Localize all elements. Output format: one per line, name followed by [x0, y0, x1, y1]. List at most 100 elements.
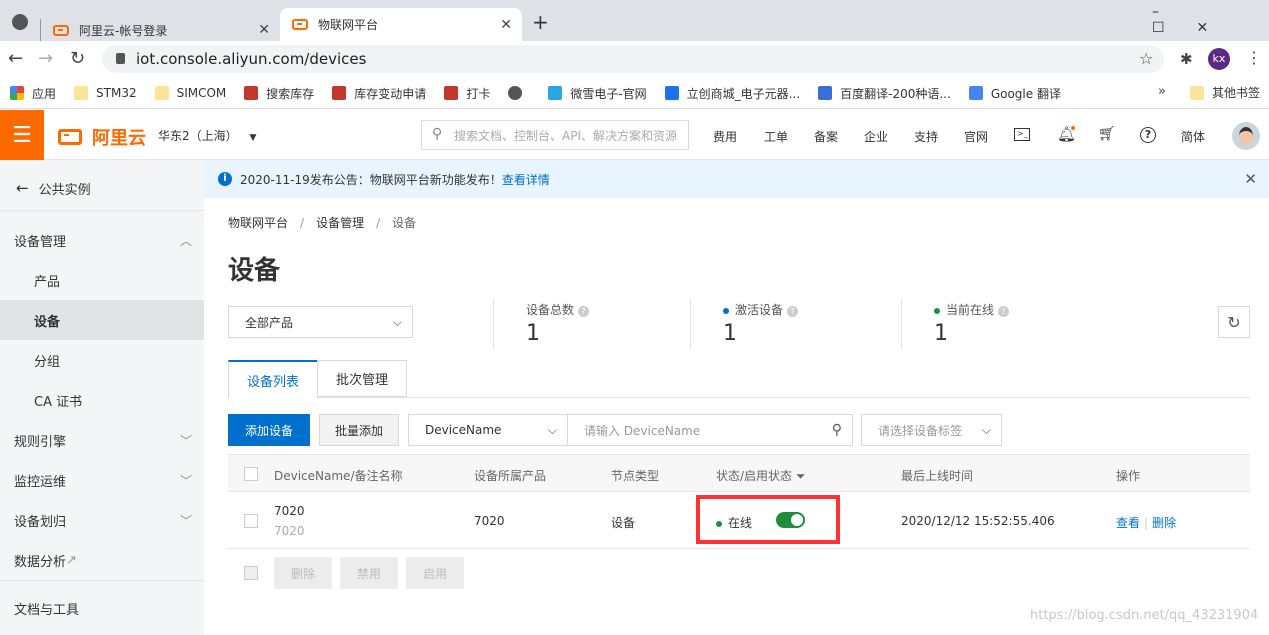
user-avatar[interactable]	[1232, 122, 1260, 150]
close-icon[interactable]: ✕	[500, 17, 512, 33]
profile-avatar[interactable]: kx	[1208, 48, 1230, 70]
search-field-select[interactable]: DeviceName ⌵	[408, 414, 568, 446]
select-all-checkbox[interactable]	[244, 467, 258, 481]
device-name[interactable]: 7020	[274, 504, 305, 518]
bookmark-item[interactable]: 打卡	[444, 85, 490, 102]
help-icon[interactable]: ?	[1140, 127, 1156, 143]
search-icon[interactable]: ⚲	[832, 422, 842, 438]
close-icon[interactable]: ✕	[1244, 170, 1257, 188]
tab-batch-management[interactable]: 批次管理	[317, 360, 407, 397]
sidebar-item-label: 设备划归	[14, 514, 67, 530]
breadcrumb-item[interactable]: 设备管理	[316, 216, 364, 230]
sidebar-item[interactable]: 产品	[0, 260, 204, 300]
sidebar-item[interactable]: 文档与工具	[0, 588, 204, 628]
region-selector[interactable]: 华东2（上海） ▼	[158, 127, 256, 144]
star-icon[interactable]: ☆	[1139, 49, 1153, 68]
language-switch[interactable]: 简体	[1181, 128, 1205, 145]
apps-icon	[10, 86, 24, 100]
chevron-down-icon: ﹀	[179, 473, 192, 488]
sidebar-item[interactable]: 数据分析 ↗	[0, 540, 204, 580]
reload-icon[interactable]: ↻	[70, 48, 85, 69]
filter-icon[interactable]: ⏷	[796, 469, 806, 483]
last-online-time: 2020/12/12 15:52:55.406	[901, 514, 1055, 528]
header-nav-item[interactable]: 工单	[764, 128, 788, 145]
sidebar-item[interactable]: 监控运维 ﹀	[0, 460, 204, 500]
bulk-enable-button[interactable]: 启用	[406, 557, 464, 589]
header-nav-item[interactable]: 官网	[964, 128, 988, 145]
breadcrumb-item[interactable]: 物联网平台	[228, 216, 288, 230]
stat-total-label: 设备总数?	[526, 301, 590, 318]
notice-link[interactable]: 查看详情	[502, 171, 550, 188]
enable-toggle[interactable]	[776, 512, 805, 528]
bookmark-item[interactable]: 应用	[10, 85, 56, 102]
product-filter-select[interactable]: 全部产品 ⌵	[228, 306, 413, 338]
delete-link[interactable]: 删除	[1152, 516, 1176, 530]
bulk-disable-button[interactable]: 禁用	[340, 557, 398, 589]
sidebar-item[interactable]: 设备划归 ﹀	[0, 500, 204, 540]
sidebar-item[interactable]: CA 证书	[0, 380, 204, 420]
forward-icon[interactable]: →	[38, 48, 53, 69]
bookmark-item[interactable]: SIMCOM	[154, 86, 226, 100]
browser-tab[interactable]: 阿里云-帐号登录 ✕	[40, 19, 280, 41]
back-icon[interactable]: ←	[8, 48, 23, 69]
cart-icon[interactable]: 🛒︎	[1098, 126, 1116, 142]
header-nav-item[interactable]: 企业	[864, 128, 888, 145]
tab-title: 阿里云-帐号登录	[79, 23, 168, 38]
bookmark-item[interactable]: 搜索库存	[244, 85, 314, 102]
search-icon: ⚲	[432, 126, 443, 142]
hamburger-menu-icon[interactable]: ☰	[0, 110, 44, 160]
add-device-button[interactable]: 添加设备	[228, 414, 310, 446]
bookmark-item[interactable]: STM32	[74, 86, 137, 100]
baidu-icon	[818, 86, 833, 100]
google-translate-icon	[968, 86, 983, 100]
sidebar-item[interactable]: 设备	[0, 300, 204, 340]
bookmark-item[interactable]: 百度翻译-200种语...	[818, 85, 951, 102]
row-checkbox[interactable]	[244, 514, 258, 528]
header-nav-item[interactable]: 支持	[914, 128, 938, 145]
aliyun-logo[interactable]: 阿里云	[58, 124, 146, 150]
stat-active-value: 1	[723, 321, 737, 346]
sidebar: ← 公共实例 设备管理 ︿ 产品 设备 分组 CA 证书 规则引擎 ﹀ 监控运维 ﹀ 设备划归 ﹀ 数据分…	[0, 160, 204, 635]
help-icon: ?	[998, 306, 1010, 317]
bookmarks-bar: 应用 STM32 SIMCOM 搜索库存 库存变动申请 打卡 微雪电子-官网 立创商城_电子元…	[0, 78, 1269, 109]
header-nav-item[interactable]: 费用	[713, 128, 737, 145]
terminal-icon[interactable]: >_	[1014, 128, 1030, 141]
bookmark-item[interactable]: 库存变动申请	[332, 85, 426, 102]
bookmark-other[interactable]: 其他书签	[1190, 84, 1260, 101]
info-icon: i	[218, 172, 232, 186]
column-header: DeviceName/备注名称	[274, 469, 403, 483]
globe-icon[interactable]	[12, 14, 28, 30]
new-tab-icon[interactable]: +	[532, 10, 549, 34]
node-type: 设备	[611, 516, 636, 530]
select-value: 全部产品	[245, 315, 294, 330]
bookmark-label: 百度翻译-200种语...	[840, 86, 951, 101]
menu-icon[interactable]: ⋮	[1246, 48, 1262, 67]
bookmark-label: 应用	[32, 86, 57, 101]
device-search-input[interactable]: 请输入 DeviceName ⚲	[567, 414, 853, 446]
bulk-delete-button[interactable]: 删除	[274, 557, 332, 589]
global-search-input[interactable]: ⚲ 搜索文档、控制台、API、解决方案和资源	[421, 120, 689, 150]
sidebar-item[interactable]: 规则引擎 ﹀	[0, 420, 204, 460]
batch-add-button[interactable]: 批量添加	[319, 414, 399, 446]
view-link[interactable]: 查看	[1116, 516, 1140, 530]
sidebar-item[interactable]: 分组	[0, 340, 204, 380]
bookmark-item[interactable]: 微雪电子-官网	[548, 85, 647, 102]
url-input[interactable]: iot.console.aliyun.com/devices	[102, 45, 1164, 73]
more-bookmarks-icon[interactable]: »	[1158, 84, 1166, 99]
bookmark-item[interactable]	[508, 86, 530, 100]
refresh-button[interactable]: ↻	[1218, 306, 1250, 338]
bookmark-item[interactable]: Google 翻译	[968, 85, 1061, 102]
extensions-icon[interactable]: ✱	[1180, 50, 1193, 68]
tag-select[interactable]: 请选择设备标签 ⌵	[861, 414, 1002, 446]
logo-text: 阿里云	[92, 128, 146, 149]
close-icon[interactable]: ✕	[258, 22, 270, 38]
bulk-select-checkbox[interactable]	[244, 566, 258, 580]
bookmark-item[interactable]: 立创商城_电子元器...	[664, 85, 800, 102]
browser-tab-active[interactable]: 物联网平台 ✕	[280, 8, 522, 41]
tab-device-list[interactable]: 设备列表	[228, 360, 318, 398]
sidebar-item[interactable]: 设备管理 ︿	[0, 220, 204, 260]
sidebar-back[interactable]: ← 公共实例	[0, 168, 204, 208]
window-controls[interactable]: –☐✕	[1152, 4, 1269, 36]
header-nav-item[interactable]: 备案	[814, 128, 838, 145]
chevron-down-icon: ﹀	[179, 513, 192, 528]
